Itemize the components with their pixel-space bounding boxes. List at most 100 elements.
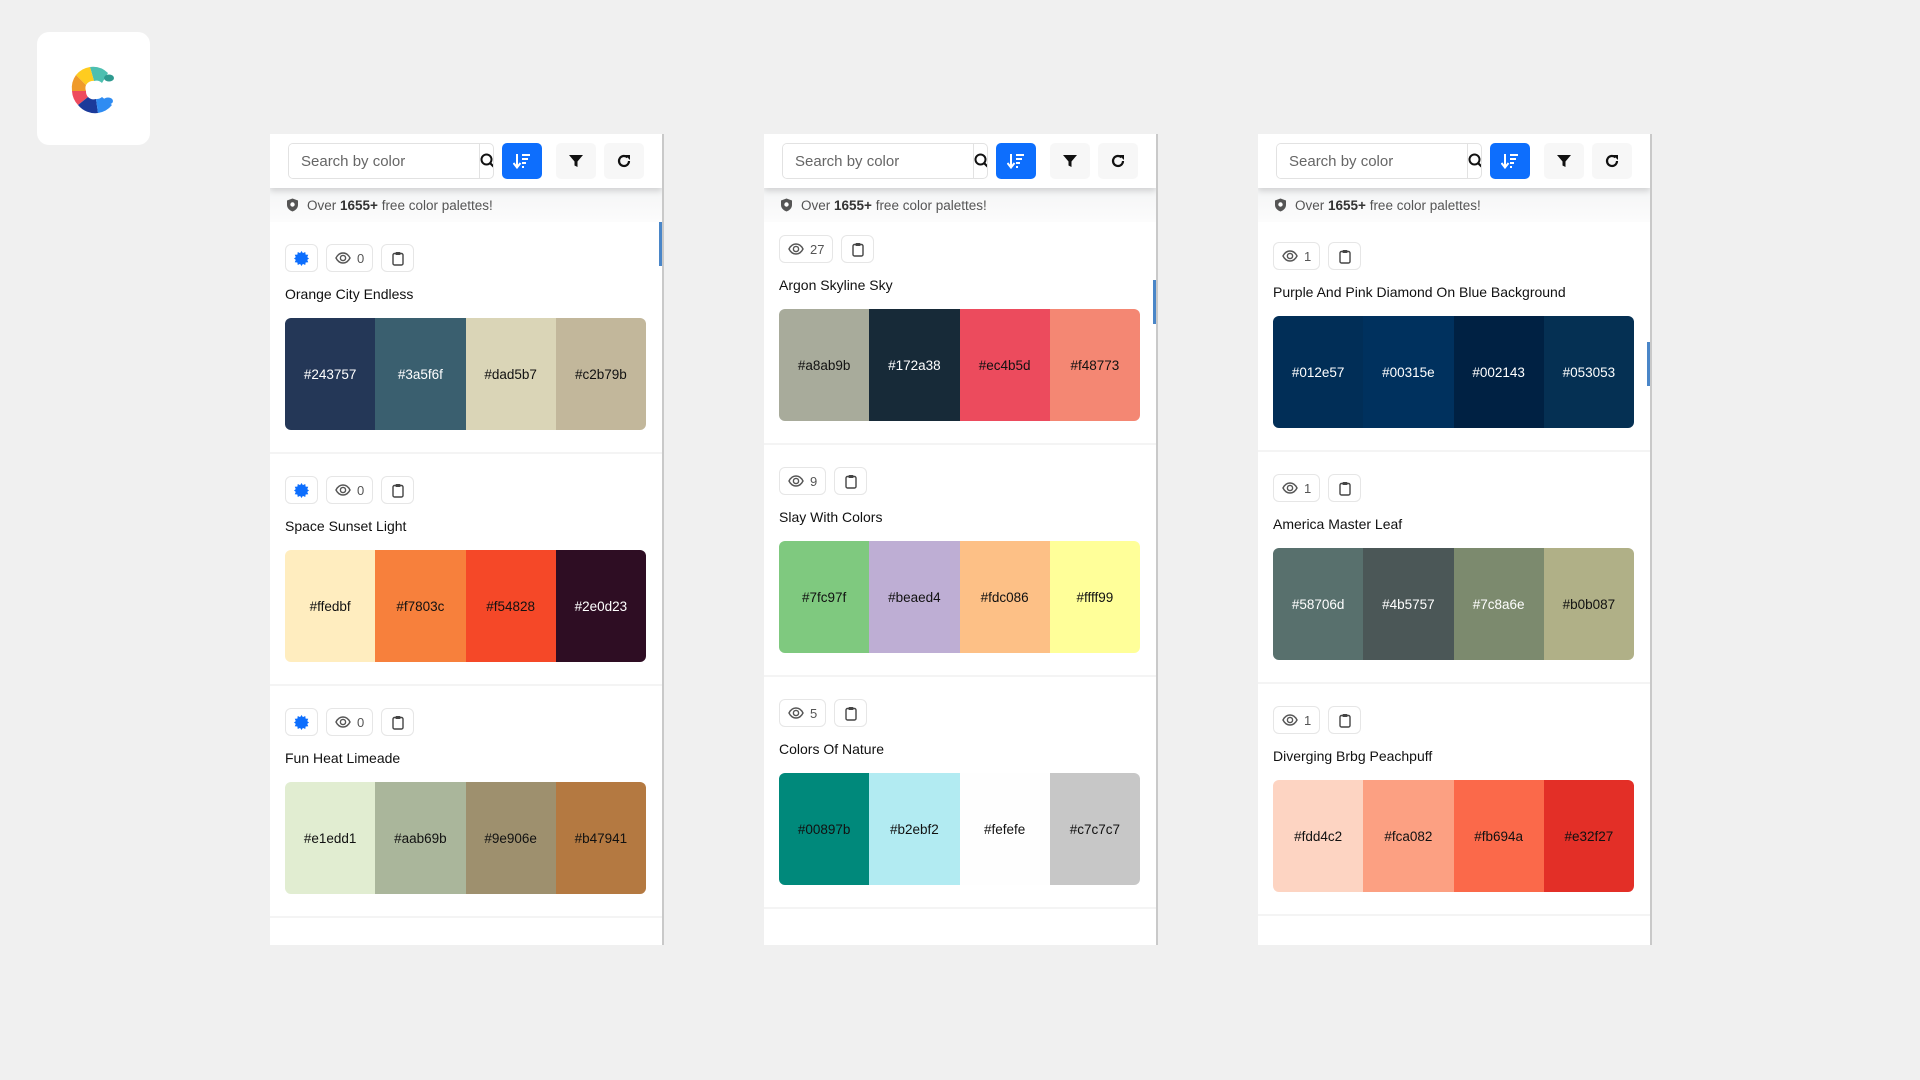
refresh-button[interactable] <box>1097 143 1139 179</box>
sort-button[interactable] <box>1489 143 1530 179</box>
color-swatch[interactable]: #e1edd1 <box>285 782 376 894</box>
views-button[interactable]: 1 <box>1273 242 1321 270</box>
color-swatch[interactable]: #9e906e <box>465 782 556 894</box>
color-swatch[interactable]: #ffedbf <box>285 550 376 662</box>
logo-card[interactable] <box>37 32 150 145</box>
views-button[interactable]: 1 <box>1273 474 1321 502</box>
copy-button[interactable] <box>381 476 415 504</box>
copy-button[interactable] <box>834 467 868 495</box>
views-count: 1 <box>1304 712 1312 728</box>
color-swatch[interactable]: #3a5f6f <box>375 318 466 430</box>
color-swatch[interactable]: #b47941 <box>555 782 646 894</box>
color-swatch[interactable]: #f54828 <box>465 550 556 662</box>
palette-actions: 1 <box>1273 706 1634 734</box>
palette-list[interactable]: 1 Purple And Pink Diamond On Blue Backgr… <box>1258 222 1650 916</box>
featured-badge-button[interactable] <box>285 244 318 272</box>
color-swatch[interactable]: #a8ab9b <box>779 309 870 421</box>
views-button[interactable]: 0 <box>326 244 374 272</box>
color-swatch[interactable]: #00897b <box>779 773 870 885</box>
views-button[interactable]: 1 <box>1273 706 1321 734</box>
color-swatch[interactable]: #012e57 <box>1273 316 1364 428</box>
palette-actions: 0 <box>285 476 646 504</box>
copy-button[interactable] <box>1328 242 1362 270</box>
color-swatch[interactable]: #aab69b <box>375 782 466 894</box>
color-swatch[interactable]: #fdd4c2 <box>1273 780 1364 892</box>
color-swatch[interactable]: #ec4b5d <box>959 309 1050 421</box>
views-button[interactable]: 0 <box>326 708 374 736</box>
color-swatch[interactable]: #58706d <box>1273 548 1364 660</box>
color-swatch[interactable]: #fefefe <box>959 773 1050 885</box>
search-button[interactable] <box>973 144 987 178</box>
search-button[interactable] <box>479 144 493 178</box>
color-swatch[interactable]: #beaed4 <box>869 541 960 653</box>
color-swatch[interactable]: #053053 <box>1543 316 1634 428</box>
views-button[interactable]: 27 <box>779 235 834 263</box>
color-swatch[interactable]: #00315e <box>1363 316 1454 428</box>
color-swatch[interactable]: #172a38 <box>869 309 960 421</box>
refresh-button[interactable] <box>603 143 645 179</box>
shield-icon <box>1275 198 1286 212</box>
copy-button[interactable] <box>381 708 415 736</box>
color-swatch[interactable]: #2e0d23 <box>555 550 646 662</box>
clipboard-icon <box>1339 481 1351 496</box>
scrollbar-thumb[interactable] <box>1153 280 1156 324</box>
scrollbar-thumb[interactable] <box>1647 342 1650 386</box>
color-swatch[interactable]: #b0b087 <box>1543 548 1634 660</box>
views-button[interactable]: 9 <box>779 467 827 495</box>
copy-button[interactable] <box>834 699 868 727</box>
color-swatch[interactable]: #7fc97f <box>779 541 870 653</box>
color-swatch[interactable]: #e32f27 <box>1543 780 1634 892</box>
color-swatch[interactable]: #7c8a6e <box>1453 548 1544 660</box>
eye-icon <box>1282 250 1298 262</box>
filter-button[interactable] <box>1543 143 1584 179</box>
sort-button[interactable] <box>501 143 542 179</box>
color-swatch[interactable]: #dad5b7 <box>465 318 556 430</box>
color-swatch[interactable]: #fdc086 <box>959 541 1050 653</box>
color-swatch[interactable]: #b2ebf2 <box>869 773 960 885</box>
filter-button[interactable] <box>1049 143 1090 179</box>
search-button[interactable] <box>1467 144 1481 178</box>
color-swatch[interactable]: #fb694a <box>1453 780 1544 892</box>
color-swatch[interactable]: #fca082 <box>1363 780 1454 892</box>
palette-list[interactable]: 0 Orange City Endless #243757 #3a5f6f #dad… <box>270 222 662 918</box>
sort-descending-icon <box>512 154 530 169</box>
copy-button[interactable] <box>381 244 415 272</box>
color-swatch[interactable]: #002143 <box>1453 316 1544 428</box>
filter-button[interactable] <box>555 143 596 179</box>
palette-card: 1 Diverging Brbg Peachpuff #fdd4c2 #fca08… <box>1258 684 1650 916</box>
eye-icon <box>788 475 804 487</box>
color-swatch[interactable]: #c7c7c7 <box>1049 773 1140 885</box>
scrollbar-thumb[interactable] <box>659 222 662 266</box>
sort-button[interactable] <box>995 143 1036 179</box>
views-button[interactable]: 5 <box>779 699 827 727</box>
views-count: 0 <box>357 714 365 730</box>
eye-icon <box>335 252 351 264</box>
featured-badge-button[interactable] <box>285 708 318 736</box>
copy-button[interactable] <box>1328 706 1362 734</box>
featured-badge-button[interactable] <box>285 476 318 504</box>
color-swatch[interactable]: #243757 <box>285 318 376 430</box>
search-input[interactable] <box>289 144 479 178</box>
palette-swatches: #fdd4c2 #fca082 #fb694a #e32f27 <box>1273 780 1634 892</box>
color-swatch[interactable]: #f7803c <box>375 550 466 662</box>
search-icon <box>480 153 493 168</box>
refresh-button[interactable] <box>1591 143 1633 179</box>
views-count: 1 <box>1304 248 1312 264</box>
views-count: 9 <box>810 473 818 489</box>
color-swatch[interactable]: #4b5757 <box>1363 548 1454 660</box>
search-input[interactable] <box>1277 144 1467 178</box>
clipboard-icon <box>845 706 857 721</box>
views-button[interactable]: 0 <box>326 476 374 504</box>
copy-button[interactable] <box>1328 474 1362 502</box>
clipboard-icon <box>1339 713 1351 728</box>
search-icon <box>974 153 987 168</box>
refresh-icon <box>1605 154 1619 168</box>
color-swatch[interactable]: #c2b79b <box>555 318 646 430</box>
copy-button[interactable] <box>841 235 875 263</box>
palette-actions: 1 <box>1273 242 1634 270</box>
palette-list[interactable]: 27 Argon Skyline Sky #a8ab9b #172a38 #ec4b… <box>764 222 1156 909</box>
eye-icon <box>1282 482 1298 494</box>
search-input[interactable] <box>783 144 973 178</box>
color-swatch[interactable]: #f48773 <box>1049 309 1140 421</box>
color-swatch[interactable]: #ffff99 <box>1049 541 1140 653</box>
